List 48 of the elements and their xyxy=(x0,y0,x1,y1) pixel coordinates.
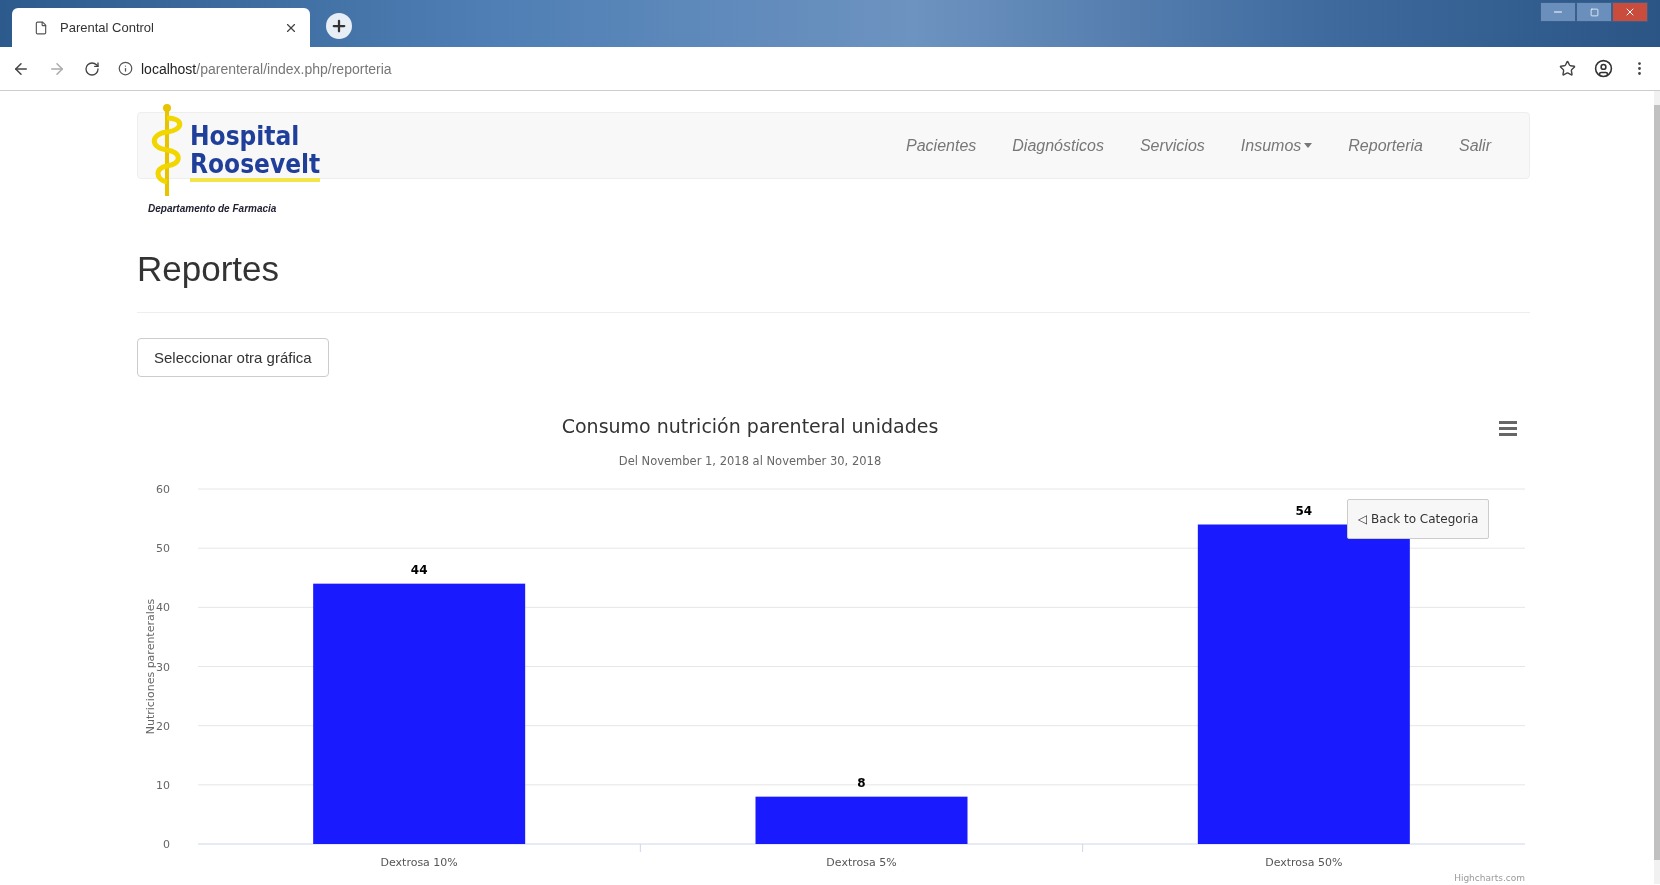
y-tick-label: 50 xyxy=(156,542,170,556)
y-tick-label: 10 xyxy=(156,778,170,792)
y-tick-label: 60 xyxy=(156,483,170,496)
data-label: 54 xyxy=(1295,503,1313,518)
y-tick-label: 30 xyxy=(156,660,170,674)
browser-tab[interactable]: Parental Control xyxy=(12,8,310,47)
nav-link[interactable]: Reporteria xyxy=(1330,136,1441,155)
info-icon xyxy=(118,61,133,76)
minimize-button[interactable] xyxy=(1540,2,1576,22)
x-tick-label: Dextrosa 50% xyxy=(1265,856,1343,869)
page-icon xyxy=(34,20,48,35)
nav-link[interactable]: Salir xyxy=(1441,136,1509,155)
caret-icon xyxy=(1304,143,1313,148)
account-icon[interactable] xyxy=(1594,59,1613,78)
nav-link[interactable]: Diagnósticos xyxy=(994,136,1122,155)
bar[interactable] xyxy=(1197,524,1410,844)
data-label: 8 xyxy=(857,775,866,790)
y-tick-label: 0 xyxy=(163,838,170,851)
credit-link[interactable]: Highcharts.com xyxy=(1454,873,1525,883)
y-tick-label: 40 xyxy=(156,601,170,615)
logo-subtitle: Departamento de Farmacia xyxy=(148,203,278,214)
maximize-icon xyxy=(1589,7,1599,17)
address-field[interactable]: localhost/parenteral/index.php/reporteria xyxy=(118,60,1541,77)
url-host: localhost xyxy=(141,60,197,77)
tab-title: Parental Control xyxy=(60,20,155,35)
data-label: 44 xyxy=(410,562,428,577)
chart-subtitle: Del November 1, 2018 al November 30, 2018 xyxy=(618,454,882,468)
select-chart-button[interactable]: Seleccionar otra gráfica xyxy=(137,338,329,377)
nav-link[interactable]: Pacientes xyxy=(888,136,995,155)
back-button[interactable]: ◁ Back to Categoria xyxy=(1347,499,1490,539)
reload-icon[interactable] xyxy=(84,60,100,77)
new-tab-button[interactable] xyxy=(326,13,352,39)
x-tick-label: Dextrosa 5% xyxy=(826,856,897,869)
bar[interactable] xyxy=(755,796,968,844)
url-path: /parenteral/index.php/reporteria xyxy=(196,60,392,77)
y-axis-title: Nutriciones parenterales xyxy=(144,598,157,735)
plus-icon xyxy=(330,17,348,35)
menu-icon[interactable] xyxy=(1499,421,1517,436)
nav-link[interactable]: Servicios xyxy=(1121,136,1223,155)
maximize-button[interactable] xyxy=(1576,2,1612,22)
bookmark-star-icon[interactable] xyxy=(1559,60,1576,77)
chart-title: Consumo nutrición parenteral unidades xyxy=(561,415,939,437)
logo-text: Hospital Roosevelt xyxy=(190,104,321,182)
y-tick-label: 20 xyxy=(156,719,170,733)
page-title: Reportes xyxy=(137,249,281,289)
close-icon xyxy=(1624,6,1636,18)
x-tick-label: Dextrosa 10% xyxy=(380,856,458,869)
nav-link[interactable]: Insumos xyxy=(1222,136,1331,155)
